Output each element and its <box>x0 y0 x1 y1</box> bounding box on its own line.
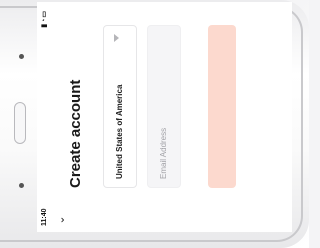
home-button[interactable] <box>14 102 26 144</box>
country-select[interactable]: United States of America <box>103 25 137 188</box>
status-time: 11:40 <box>41 208 48 226</box>
back-chevron-icon[interactable]: ⌄ <box>55 214 67 226</box>
status-icons: ▮◔▭ <box>40 10 48 28</box>
submit-button[interactable] <box>208 25 236 188</box>
sensor-dot <box>19 54 24 59</box>
signal-icon: ▮ <box>41 22 48 28</box>
wifi-icon: ◔ <box>41 17 48 23</box>
chevron-down-icon <box>114 34 119 42</box>
email-placeholder: Email Address <box>159 127 168 179</box>
photo-stage: 11:40 ▮◔▭ ⌄ Create account United States… <box>0 0 309 248</box>
phone-device: 11:40 ▮◔▭ ⌄ Create account United States… <box>0 0 309 248</box>
app-screen: 11:40 ▮◔▭ ⌄ Create account United States… <box>37 2 292 232</box>
sensor-dot <box>19 183 24 188</box>
battery-icon: ▭ <box>41 10 48 18</box>
email-field[interactable]: Email Address <box>147 25 181 188</box>
status-bar: 11:40 ▮◔▭ <box>37 2 53 232</box>
page-title: Create account <box>67 79 84 188</box>
country-value: United States of America <box>115 84 124 179</box>
